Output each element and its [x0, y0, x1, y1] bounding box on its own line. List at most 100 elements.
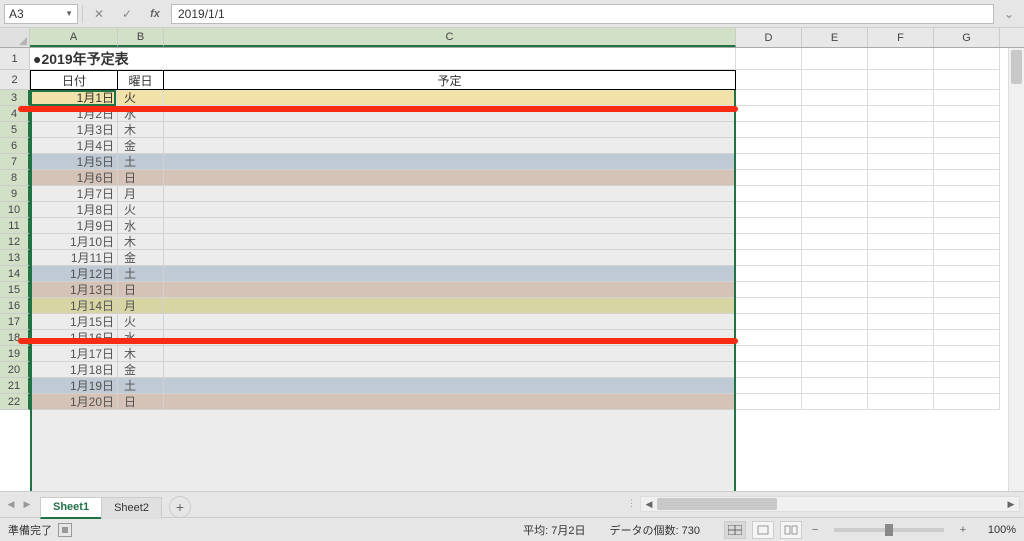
tab-split-handle[interactable]: ⋮: [627, 498, 636, 509]
cell[interactable]: [802, 394, 868, 410]
plan-cell[interactable]: [164, 314, 736, 330]
cell[interactable]: [802, 378, 868, 394]
cell[interactable]: [736, 282, 802, 298]
sheet-tab[interactable]: Sheet2: [101, 497, 162, 519]
cell[interactable]: [802, 202, 868, 218]
plan-cell[interactable]: [164, 298, 736, 314]
zoom-in-button[interactable]: +: [956, 524, 970, 536]
title-cell[interactable]: ●2019年予定表: [30, 48, 736, 70]
row-header[interactable]: 15: [0, 282, 30, 298]
date-cell[interactable]: 1月5日: [30, 154, 118, 170]
scroll-right-icon[interactable]: ▶: [1003, 497, 1019, 511]
cell[interactable]: [802, 48, 868, 70]
cell[interactable]: [736, 106, 802, 122]
add-sheet-button[interactable]: +: [169, 496, 191, 518]
day-cell[interactable]: 水: [118, 106, 164, 122]
scrollbar-thumb[interactable]: [657, 498, 777, 510]
cell[interactable]: [934, 362, 1000, 378]
cell[interactable]: [868, 48, 934, 70]
cell[interactable]: [736, 202, 802, 218]
cell[interactable]: [934, 250, 1000, 266]
day-cell[interactable]: 土: [118, 378, 164, 394]
row-header[interactable]: 14: [0, 266, 30, 282]
cell[interactable]: [934, 122, 1000, 138]
row-header[interactable]: 18: [0, 330, 30, 346]
cell[interactable]: [868, 378, 934, 394]
day-cell[interactable]: 水: [118, 330, 164, 346]
row-header[interactable]: 4: [0, 106, 30, 122]
cell[interactable]: [934, 154, 1000, 170]
date-cell[interactable]: 1月19日: [30, 378, 118, 394]
cell[interactable]: [868, 314, 934, 330]
cell[interactable]: [802, 90, 868, 106]
cell[interactable]: [934, 186, 1000, 202]
header-day-cell[interactable]: 曜日: [118, 70, 164, 90]
cell[interactable]: [934, 314, 1000, 330]
expand-formula-icon[interactable]: ⌄: [998, 3, 1020, 25]
cell[interactable]: [736, 266, 802, 282]
date-cell[interactable]: 1月4日: [30, 138, 118, 154]
header-date-cell[interactable]: 日付: [30, 70, 118, 90]
plan-cell[interactable]: [164, 282, 736, 298]
plan-cell[interactable]: [164, 266, 736, 282]
row-header[interactable]: 16: [0, 298, 30, 314]
cell[interactable]: [802, 266, 868, 282]
day-cell[interactable]: 火: [118, 314, 164, 330]
scroll-left-icon[interactable]: ◀: [641, 497, 657, 511]
date-cell[interactable]: 1月20日: [30, 394, 118, 410]
date-cell[interactable]: 1月7日: [30, 186, 118, 202]
column-header-f[interactable]: F: [868, 28, 934, 47]
plan-cell[interactable]: [164, 218, 736, 234]
cell[interactable]: [934, 234, 1000, 250]
cell[interactable]: [868, 170, 934, 186]
day-cell[interactable]: 木: [118, 346, 164, 362]
date-cell[interactable]: 1月13日: [30, 282, 118, 298]
cell[interactable]: [736, 154, 802, 170]
day-cell[interactable]: 火: [118, 90, 164, 106]
cell[interactable]: [736, 90, 802, 106]
row-header[interactable]: 8: [0, 170, 30, 186]
scrollbar-thumb[interactable]: [1011, 50, 1022, 84]
column-header-g[interactable]: G: [934, 28, 1000, 47]
date-cell[interactable]: 1月1日: [30, 90, 118, 106]
cell[interactable]: [934, 378, 1000, 394]
cell[interactable]: [868, 154, 934, 170]
cell[interactable]: [868, 70, 934, 90]
row-header[interactable]: 6: [0, 138, 30, 154]
tab-nav-next-icon[interactable]: ▶: [20, 498, 34, 512]
row-header[interactable]: 11: [0, 218, 30, 234]
date-cell[interactable]: 1月11日: [30, 250, 118, 266]
cell[interactable]: [868, 202, 934, 218]
date-cell[interactable]: 1月3日: [30, 122, 118, 138]
date-cell[interactable]: 1月18日: [30, 362, 118, 378]
date-cell[interactable]: 1月6日: [30, 170, 118, 186]
day-cell[interactable]: 日: [118, 282, 164, 298]
cell[interactable]: [934, 298, 1000, 314]
cell[interactable]: [868, 218, 934, 234]
plan-cell[interactable]: [164, 330, 736, 346]
row-header[interactable]: 21: [0, 378, 30, 394]
row-header[interactable]: 9: [0, 186, 30, 202]
cell[interactable]: [868, 186, 934, 202]
date-cell[interactable]: 1月12日: [30, 266, 118, 282]
cell[interactable]: [868, 330, 934, 346]
day-cell[interactable]: 火: [118, 202, 164, 218]
row-header[interactable]: 12: [0, 234, 30, 250]
cell[interactable]: [868, 250, 934, 266]
column-header-c[interactable]: C: [164, 28, 736, 47]
cell[interactable]: [868, 138, 934, 154]
confirm-button[interactable]: ✓: [115, 4, 139, 24]
cell[interactable]: [868, 122, 934, 138]
row-header[interactable]: 22: [0, 394, 30, 410]
cell[interactable]: [736, 330, 802, 346]
cell[interactable]: [736, 70, 802, 90]
plan-cell[interactable]: [164, 106, 736, 122]
row-header[interactable]: 1: [0, 48, 30, 70]
cell[interactable]: [802, 218, 868, 234]
plan-cell[interactable]: [164, 234, 736, 250]
cell[interactable]: [736, 186, 802, 202]
sheet-tab[interactable]: Sheet1: [40, 497, 102, 519]
day-cell[interactable]: 日: [118, 394, 164, 410]
cell[interactable]: [934, 138, 1000, 154]
day-cell[interactable]: 木: [118, 234, 164, 250]
